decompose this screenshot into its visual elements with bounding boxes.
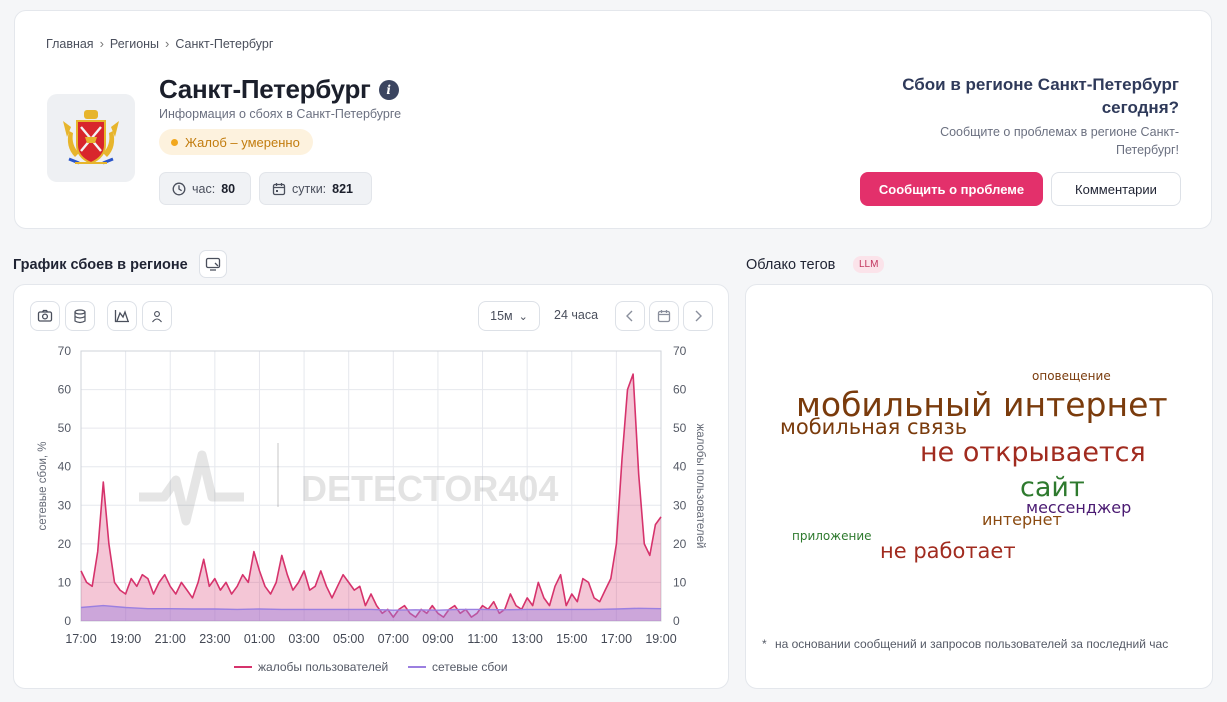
x-tick-label: 07:00 <box>378 632 409 646</box>
tag-item[interactable]: интернет <box>982 510 1062 529</box>
y-tick-right: 20 <box>673 537 687 551</box>
y-tick-left: 20 <box>58 537 72 551</box>
tag-item[interactable]: не открывается <box>920 437 1146 468</box>
tag-item[interactable]: оповещение <box>1032 369 1111 383</box>
cloud-footnote: * на основании сообщений и запросов поль… <box>762 635 1182 654</box>
calendar-icon <box>272 182 286 195</box>
tag-item[interactable]: приложение <box>792 529 872 543</box>
x-tick-label: 15:00 <box>556 632 587 646</box>
stat-day-value: 821 <box>332 181 354 196</box>
y-axis-label-right: жалобы пользователей <box>694 424 706 549</box>
region-coat-of-arms <box>47 94 135 182</box>
y-tick-left: 0 <box>64 614 71 628</box>
breadcrumb: Главная › Регионы › Санкт-Петербург <box>46 36 273 51</box>
y-tick-right: 10 <box>673 575 687 589</box>
y-tick-left: 60 <box>58 383 72 397</box>
stat-chip-hour: час: 80 <box>159 172 251 205</box>
monitor-icon[interactable] <box>199 250 227 278</box>
watermark-text: DETECTOR404 <box>301 468 558 509</box>
y-tick-left: 50 <box>58 421 72 435</box>
legend-label: жалобы пользователей <box>258 660 388 674</box>
report-problem-button[interactable]: Сообщить о проблеме <box>860 172 1043 206</box>
x-tick-label: 17:00 <box>65 632 96 646</box>
y-tick-right: 40 <box>673 460 687 474</box>
watermark-logo <box>139 450 244 526</box>
tag-item[interactable]: не работает <box>880 539 1016 563</box>
cta-question: Сбои в регионе Санкт-Петербург сегодня? <box>902 75 1179 117</box>
x-tick-label: 23:00 <box>199 632 230 646</box>
tag-cloud-card: оповещение мобильный интернет мобильная … <box>745 284 1213 689</box>
x-tick-label: 19:00 <box>110 632 141 646</box>
stat-hour-value: 80 <box>221 181 236 196</box>
y-tick-left: 10 <box>58 575 72 589</box>
y-tick-left: 40 <box>58 460 72 474</box>
stat-day-label: сутки: <box>292 181 327 196</box>
breadcrumb-regions[interactable]: Регионы <box>110 37 159 51</box>
x-tick-label: 19:00 <box>645 632 676 646</box>
tag-item[interactable]: мобильная связь <box>780 415 967 439</box>
y-tick-right: 50 <box>673 421 687 435</box>
cta-description: Сообщите о проблемах в регионе Санкт-Пет… <box>940 125 1179 157</box>
coat-of-arms-icon <box>63 110 119 165</box>
status-badge: Жалоб – умеренно <box>159 129 313 155</box>
breadcrumb-chevron-icon: › <box>165 36 170 51</box>
y-axis-label-left: сетевые сбои, % <box>37 441 49 530</box>
region-title-row: Санкт-Петербург i <box>159 74 399 105</box>
x-tick-label: 21:00 <box>155 632 186 646</box>
x-tick-label: 03:00 <box>288 632 319 646</box>
outage-chart: DETECTOR404 0 0 10 10 20 20 30 30 40 40 50 50 60 60 70 7… <box>37 344 706 674</box>
status-dot-icon <box>171 138 178 146</box>
llm-badge: LLM <box>853 256 885 273</box>
page-title: Санкт-Петербург <box>159 74 371 104</box>
footnote-asterisk: * <box>762 637 767 651</box>
breadcrumb-current: Санкт-Петербург <box>175 36 274 51</box>
x-tick-label: 05:00 <box>333 632 364 646</box>
page-subtitle: Информация о сбоях в Санкт-Петербурге <box>159 107 402 121</box>
y-tick-left: 70 <box>58 344 72 358</box>
info-icon[interactable]: i <box>378 79 399 100</box>
y-tick-right: 70 <box>673 344 687 358</box>
report-cta: Сбои в регионе Санкт-Петербург сегодня? … <box>889 73 1179 159</box>
breadcrumb-chevron-icon: › <box>99 36 104 51</box>
cloud-footnote-text: на основании сообщений и запросов пользо… <box>775 637 1169 651</box>
chart-section-title: График сбоев в регионе <box>13 257 188 273</box>
x-tick-label: 01:00 <box>244 632 275 646</box>
y-tick-left: 30 <box>58 498 72 512</box>
y-tick-right: 30 <box>673 498 687 512</box>
y-tick-right: 0 <box>673 614 680 628</box>
breadcrumb-home[interactable]: Главная <box>46 37 94 51</box>
region-header-card: Главная › Регионы › Санкт-Петербург Санк… <box>14 10 1212 229</box>
x-tick-label: 13:00 <box>512 632 543 646</box>
x-tick-label: 17:00 <box>601 632 632 646</box>
legend-label: сетевые сбои <box>432 660 508 674</box>
comments-button[interactable]: Комментарии <box>1051 172 1181 206</box>
stat-hour-label: час: <box>192 181 216 196</box>
x-tick-label: 09:00 <box>422 632 453 646</box>
outage-chart-card: 15м ⌄ 24 часа DETECTOR404 0 0 10 10 20 20 30 30 4… <box>13 284 729 689</box>
stat-chip-day: сутки: 821 <box>259 172 372 205</box>
clock-icon <box>172 182 186 195</box>
status-badge-label: Жалоб – умеренно <box>185 134 300 150</box>
y-tick-right: 60 <box>673 383 687 397</box>
x-tick-label: 11:00 <box>467 632 497 646</box>
cloud-section-title: Облако тегов <box>746 257 836 273</box>
